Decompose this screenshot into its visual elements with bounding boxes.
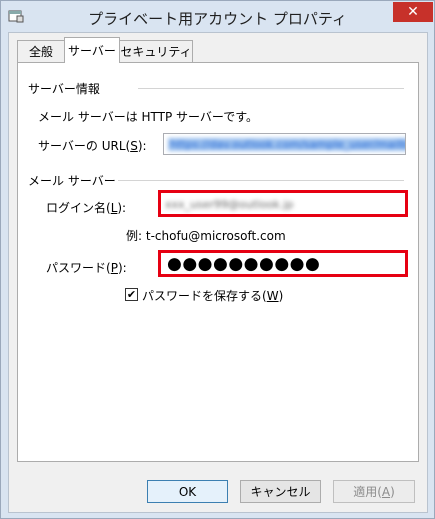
login-name-field[interactable]: xxx_user99@outlook.jp <box>158 190 408 217</box>
cancel-button[interactable]: キャンセル <box>240 480 321 503</box>
password-masked-value: ●●●●●●●●●● <box>167 254 321 274</box>
ok-button[interactable]: OK <box>147 480 228 503</box>
tab-security[interactable]: セキュリティ <box>119 40 193 62</box>
login-example-text: 例: t-chofu@microsoft.com <box>126 229 286 243</box>
password-field[interactable]: ●●●●●●●●●● <box>158 250 408 277</box>
tab-security-label: セキュリティ <box>120 45 192 59</box>
server-info-divider <box>138 88 404 89</box>
properties-dialog: プライベート用アカウント プロパティ ✕ 全般 サーバー セキュリティ サーバー… <box>0 0 435 519</box>
server-tab-panel: サーバー情報 メール サーバーは HTTP サーバーです。 サーバーの URL(… <box>17 62 419 462</box>
login-name-value: xxx_user99@outlook.jp <box>165 198 294 211</box>
login-name-label: ログイン名(L): <box>46 201 127 215</box>
save-password-checkbox[interactable]: ✔ <box>125 288 138 301</box>
save-password-label[interactable]: パスワードを保存する(W) <box>142 287 283 304</box>
cancel-button-label: キャンセル <box>250 485 311 499</box>
tab-general[interactable]: 全般 <box>17 40 65 62</box>
server-url-label: サーバーの URL(S): <box>38 139 147 153</box>
tab-server[interactable]: サーバー <box>64 37 120 63</box>
ok-button-label: OK <box>178 484 197 499</box>
server-type-description: メール サーバーは HTTP サーバーです。 <box>38 110 258 124</box>
close-icon: ✕ <box>407 4 419 20</box>
mail-server-divider <box>118 180 404 181</box>
password-label: パスワード(P): <box>46 261 127 275</box>
apply-button[interactable]: 適用(A) <box>333 480 415 503</box>
title-bar[interactable]: プライベート用アカウント プロパティ ✕ <box>1 1 434 33</box>
apply-button-label: 適用(A) <box>353 485 395 499</box>
window-title: プライベート用アカウント プロパティ <box>88 10 347 28</box>
server-info-heading: サーバー情報 <box>28 82 100 96</box>
tab-server-label: サーバー <box>68 44 116 58</box>
check-mark-icon: ✔ <box>126 288 137 301</box>
close-button[interactable]: ✕ <box>393 2 433 22</box>
tab-general-label: 全般 <box>28 45 53 59</box>
mail-server-heading: メール サーバー <box>28 174 116 188</box>
server-url-field[interactable]: https://dav.outlook.com/sample_user/mail… <box>163 133 406 155</box>
server-url-value: https://dav.outlook.com/sample_user/mail… <box>168 137 405 151</box>
dialog-body: 全般 サーバー セキュリティ サーバー情報 メール サーバーは HTTP サーバ… <box>8 32 428 513</box>
